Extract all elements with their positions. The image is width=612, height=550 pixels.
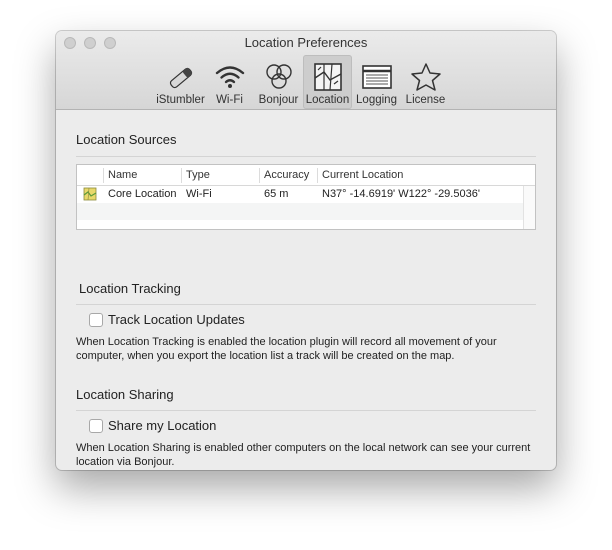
track-location-updates-checkbox[interactable] bbox=[89, 312, 103, 327]
tab-location[interactable]: Location bbox=[303, 55, 352, 109]
share-location-row[interactable]: Share my Location bbox=[89, 418, 216, 433]
track-location-updates-label[interactable]: Track Location Updates bbox=[108, 312, 245, 327]
license-star-icon bbox=[410, 63, 441, 91]
location-map-icon bbox=[313, 63, 342, 91]
location-sharing-title: Location Sharing bbox=[76, 387, 174, 402]
bonjour-icon bbox=[265, 64, 292, 89]
share-location-label[interactable]: Share my Location bbox=[108, 418, 216, 433]
location-tracking-title: Location Tracking bbox=[79, 281, 181, 296]
tab-istumbler-label: iStumbler bbox=[156, 94, 205, 106]
column-name[interactable]: Name bbox=[108, 169, 137, 181]
share-location-checkbox[interactable] bbox=[89, 418, 103, 433]
tab-logging-label: Logging bbox=[356, 94, 397, 106]
tab-logging[interactable]: Logging bbox=[352, 55, 401, 109]
tracking-description: When Location Tracking is enabled the lo… bbox=[76, 336, 497, 362]
istumbler-icon bbox=[169, 67, 192, 89]
logging-icon bbox=[361, 65, 392, 89]
section-divider bbox=[76, 304, 536, 305]
section-divider bbox=[76, 156, 536, 157]
sharing-description: When Location Sharing is enabled other c… bbox=[76, 442, 531, 468]
tab-license-label: License bbox=[405, 94, 446, 106]
column-current-location[interactable]: Current Location bbox=[322, 169, 403, 181]
cell-current-location: N37° -14.6919' W122° -29.5036' bbox=[322, 188, 480, 200]
column-type[interactable]: Type bbox=[186, 169, 210, 181]
table-row[interactable]: Core Location Wi-Fi 65 m N37° -14.6919' … bbox=[77, 186, 523, 203]
wifi-icon bbox=[215, 66, 244, 88]
tab-istumbler[interactable]: iStumbler bbox=[156, 55, 205, 109]
tab-bonjour-label: Bonjour bbox=[258, 94, 299, 106]
table-row-empty bbox=[77, 203, 523, 220]
column-accuracy[interactable]: Accuracy bbox=[264, 169, 309, 181]
tab-wifi-label: Wi-Fi bbox=[216, 94, 243, 106]
preferences-toolbar: iStumbler Wi-Fi Bonjour Location Logging… bbox=[156, 55, 450, 109]
window-title: Location Preferences bbox=[244, 35, 368, 50]
location-pane: Location Sources Name Type Accuracy Curr… bbox=[56, 111, 556, 470]
cell-name: Core Location bbox=[108, 188, 177, 200]
tab-wifi[interactable]: Wi-Fi bbox=[205, 55, 254, 109]
cell-type: Wi-Fi bbox=[186, 188, 212, 200]
track-location-updates-row[interactable]: Track Location Updates bbox=[89, 312, 245, 327]
location-sources-table[interactable]: Name Type Accuracy Current Location Core… bbox=[76, 164, 536, 230]
location-sources-title: Location Sources bbox=[76, 132, 177, 147]
core-location-icon bbox=[83, 187, 97, 201]
table-scrollbar[interactable] bbox=[523, 186, 535, 229]
section-divider bbox=[76, 410, 536, 411]
preferences-window: Location Preferences iStumbler Wi-Fi Bon… bbox=[56, 31, 556, 470]
tab-bonjour[interactable]: Bonjour bbox=[254, 55, 303, 109]
titlebar: Location Preferences iStumbler Wi-Fi Bon… bbox=[56, 31, 556, 110]
tab-location-label: Location bbox=[305, 94, 350, 106]
cell-accuracy: 65 m bbox=[264, 188, 289, 200]
tab-license[interactable]: License bbox=[401, 55, 450, 109]
table-header: Name Type Accuracy Current Location bbox=[77, 165, 535, 186]
